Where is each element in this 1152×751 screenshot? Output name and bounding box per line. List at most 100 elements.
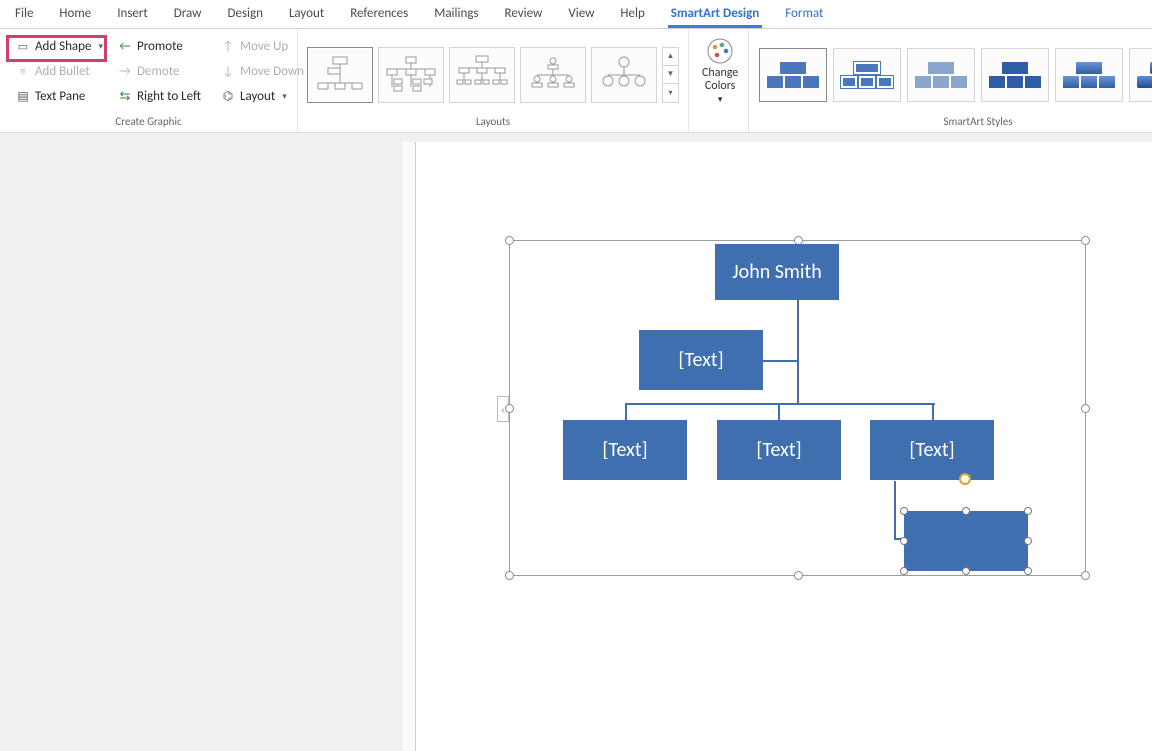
- layout-option-4[interactable]: [520, 47, 586, 103]
- workspace: ‹ John Smith [Text] [Text]: [0, 133, 1152, 751]
- arrow-right-icon: [118, 65, 132, 79]
- vertical-ruler: [403, 142, 416, 751]
- frame-handle[interactable]: [505, 571, 514, 580]
- palette-icon: [706, 37, 734, 65]
- frame-handle[interactable]: [1081, 236, 1090, 245]
- layout-icon: [221, 90, 235, 104]
- arrow-up-icon: [221, 40, 235, 54]
- right-to-left-button[interactable]: Right to Left: [110, 85, 209, 108]
- move-up-label: Move Up: [240, 39, 288, 54]
- gallery-more-icon[interactable]: ▾: [663, 84, 678, 101]
- tab-mailings[interactable]: Mailings: [421, 0, 491, 28]
- text-pane-button[interactable]: Text Pane: [8, 85, 106, 108]
- tab-references[interactable]: References: [337, 0, 421, 28]
- frame-handle[interactable]: [794, 571, 803, 580]
- add-shape-button[interactable]: Add Shape ▾: [8, 35, 106, 58]
- rotate-handle[interactable]: [959, 473, 971, 485]
- style-option-5[interactable]: [1055, 48, 1123, 102]
- connector: [797, 300, 799, 330]
- add-bullet-button: Add Bullet: [8, 60, 106, 83]
- right-to-left-icon: [118, 90, 132, 104]
- shape-handle[interactable]: [1024, 537, 1032, 545]
- chevron-down-icon: ▾: [282, 91, 287, 102]
- tab-format[interactable]: Format: [772, 0, 836, 28]
- shape-handle[interactable]: [1024, 567, 1032, 575]
- move-down-label: Move Down: [240, 64, 304, 79]
- connector: [797, 330, 799, 403]
- gallery-up-icon[interactable]: ▲: [663, 48, 678, 66]
- shape-handle[interactable]: [900, 537, 908, 545]
- text-pane-label: Text Pane: [35, 89, 85, 104]
- style-option-6[interactable]: [1129, 48, 1152, 102]
- tab-help[interactable]: Help: [607, 0, 657, 28]
- arrow-down-icon: [221, 65, 235, 79]
- demote-label: Demote: [137, 64, 179, 79]
- demote-button: Demote: [110, 60, 209, 83]
- layout-option-3[interactable]: [449, 47, 515, 103]
- tab-layout[interactable]: Layout: [276, 0, 337, 28]
- tab-strip: File Home Insert Draw Design Layout Refe…: [0, 0, 1152, 29]
- tab-smartart-design[interactable]: SmartArt Design: [658, 0, 772, 28]
- node-assistant[interactable]: [Text]: [639, 330, 763, 390]
- tab-file[interactable]: File: [2, 0, 46, 28]
- shape-handle[interactable]: [962, 507, 970, 515]
- layout-label: Layout: [240, 89, 275, 104]
- group-label-smartart-styles: SmartArt Styles: [755, 115, 1152, 132]
- right-to-left-label: Right to Left: [137, 89, 201, 104]
- ribbon: Add Shape ▾ Add Bullet Text Pane Promote: [0, 29, 1152, 133]
- layout-option-5[interactable]: [591, 47, 657, 103]
- shape-handle[interactable]: [900, 567, 908, 575]
- layout-option-1[interactable]: [307, 47, 373, 103]
- connector: [778, 403, 780, 420]
- tab-home[interactable]: Home: [46, 0, 104, 28]
- node-root[interactable]: John Smith: [715, 244, 839, 300]
- tab-draw[interactable]: Draw: [161, 0, 215, 28]
- group-layouts: ▲ ▼ ▾ Layouts: [298, 29, 689, 132]
- node-child-1[interactable]: [Text]: [563, 420, 687, 480]
- node-child-3[interactable]: [Text]: [870, 420, 994, 480]
- text-pane-icon: [16, 90, 30, 104]
- group-smartart-styles: SmartArt Styles: [749, 29, 1152, 132]
- group-label-layouts: Layouts: [304, 115, 682, 132]
- style-option-3[interactable]: [907, 48, 975, 102]
- frame-handle[interactable]: [505, 236, 514, 245]
- tab-design[interactable]: Design: [214, 0, 275, 28]
- change-colors-label1: Change: [702, 66, 738, 80]
- change-colors-button[interactable]: Change Colors ▾: [695, 33, 745, 128]
- style-option-1[interactable]: [759, 48, 827, 102]
- chevron-down-icon: ▾: [98, 41, 103, 52]
- add-shape-label: Add Shape: [35, 39, 91, 54]
- promote-label: Promote: [137, 39, 183, 54]
- tab-review[interactable]: Review: [492, 0, 556, 28]
- connector: [625, 403, 627, 420]
- tab-view[interactable]: View: [555, 0, 607, 28]
- change-colors-label2: Colors: [705, 79, 735, 93]
- group-create-graphic: Add Shape ▾ Add Bullet Text Pane Promote: [0, 29, 298, 132]
- group-change-colors: Change Colors ▾: [689, 29, 749, 132]
- node-new-selected[interactable]: [904, 511, 1028, 571]
- add-shape-icon: [16, 40, 30, 54]
- document-page[interactable]: ‹ John Smith [Text] [Text]: [416, 142, 1152, 751]
- gallery-down-icon[interactable]: ▼: [663, 66, 678, 84]
- connector: [894, 481, 896, 539]
- connector: [625, 403, 935, 405]
- frame-handle[interactable]: [1081, 404, 1090, 413]
- layout-option-2[interactable]: [378, 47, 444, 103]
- frame-handle[interactable]: [1081, 571, 1090, 580]
- arrow-left-icon: [118, 40, 132, 54]
- style-option-2[interactable]: [833, 48, 901, 102]
- shape-handle[interactable]: [1024, 507, 1032, 515]
- shape-handle[interactable]: [900, 507, 908, 515]
- promote-button[interactable]: Promote: [110, 35, 209, 58]
- frame-handle[interactable]: [505, 404, 514, 413]
- bullet-icon: [16, 65, 30, 79]
- smartart-frame[interactable]: ‹ John Smith [Text] [Text]: [509, 240, 1086, 576]
- node-child-2[interactable]: [Text]: [717, 420, 841, 480]
- layouts-gallery-spinner[interactable]: ▲ ▼ ▾: [662, 47, 679, 103]
- chevron-down-icon: ▾: [718, 94, 723, 105]
- tab-insert[interactable]: Insert: [104, 0, 161, 28]
- style-option-4[interactable]: [981, 48, 1049, 102]
- group-label-create-graphic: Create Graphic: [6, 115, 291, 132]
- connector: [932, 403, 934, 420]
- shape-handle[interactable]: [962, 567, 970, 575]
